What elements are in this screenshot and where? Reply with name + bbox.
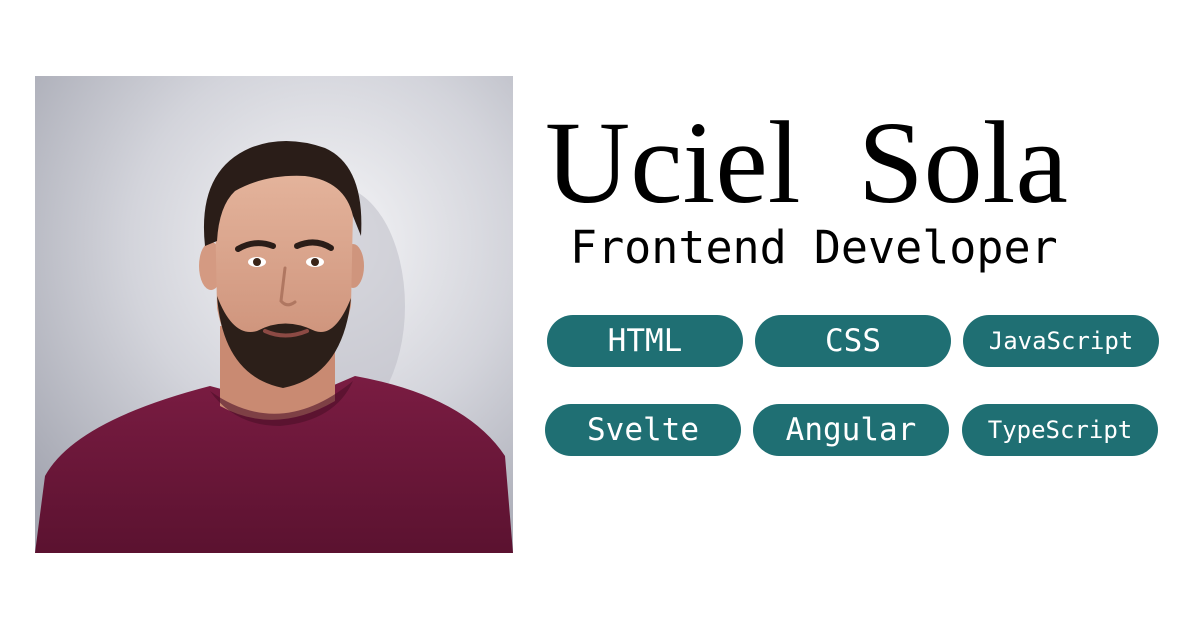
skill-badge-svelte: Svelte — [545, 404, 741, 456]
skill-badge-angular: Angular — [753, 404, 949, 456]
skill-badge-html: HTML — [547, 315, 743, 367]
profile-role: Frontend Developer — [570, 221, 1058, 274]
profile-photo — [35, 76, 513, 553]
profile-name: Uciel Sola — [545, 97, 1068, 228]
skill-badge-css: CSS — [755, 315, 951, 367]
skill-badge-javascript: JavaScript — [963, 315, 1159, 367]
skill-badge-typescript: TypeScript — [962, 404, 1158, 456]
